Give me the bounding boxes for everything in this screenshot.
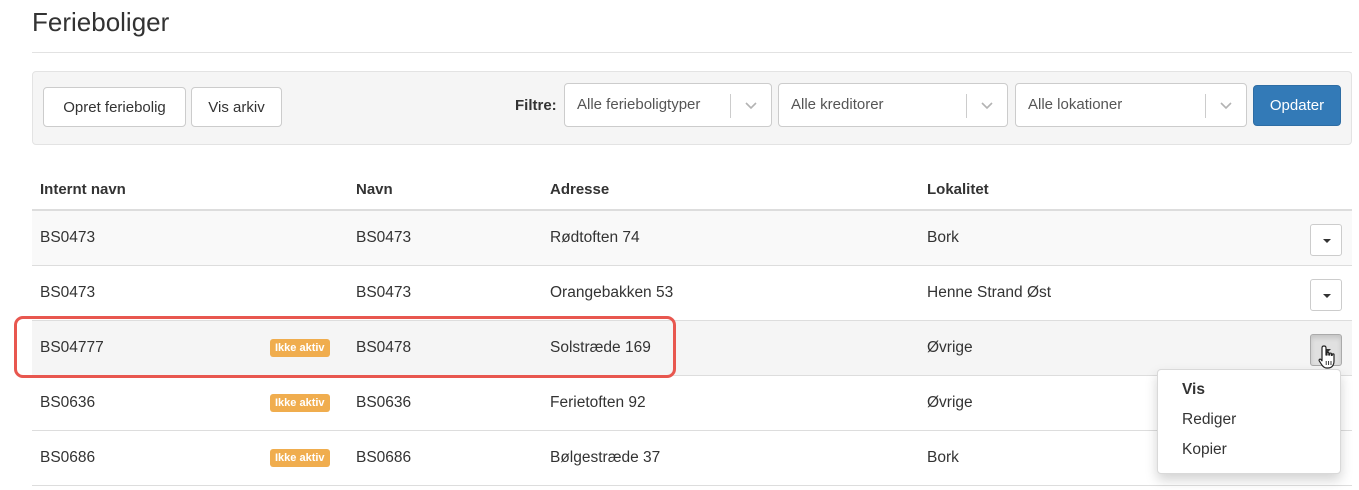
chevron-down-icon xyxy=(745,102,757,110)
address-cell: Ferietoften 92 xyxy=(550,394,646,411)
internal-name-cell: BS0473 xyxy=(40,284,96,301)
menu-item-edit[interactable]: Rediger xyxy=(1158,405,1340,435)
address-cell: Rødtoften 74 xyxy=(550,229,640,246)
locality-cell: Øvrige xyxy=(927,394,973,411)
holiday-home-type-select[interactable]: Alle ferieboligtyper xyxy=(564,83,772,127)
select-value: Alle ferieboligtyper xyxy=(577,96,701,113)
inactive-badge: Ikke aktiv xyxy=(270,449,330,467)
menu-item-copy[interactable]: Kopier xyxy=(1158,435,1340,465)
title-divider xyxy=(32,52,1352,53)
internal-name-cell: BS0473 xyxy=(40,229,96,246)
name-cell: BS0636 xyxy=(356,394,412,411)
chevron-down-icon xyxy=(1220,102,1232,110)
table-row[interactable]: BS0473 BS0473 Rødtoften 74 Bork xyxy=(32,211,1352,266)
table-row[interactable]: BS0636 Ikke aktiv BS0636 Ferietoften 92 … xyxy=(32,376,1352,431)
chevron-down-icon xyxy=(981,102,993,110)
address-cell: Bølgestræde 37 xyxy=(550,449,661,466)
select-separator xyxy=(730,94,731,118)
location-select[interactable]: Alle lokationer xyxy=(1015,83,1247,127)
select-separator xyxy=(966,94,967,118)
select-value: Alle lokationer xyxy=(1028,96,1123,113)
creditor-select[interactable]: Alle kreditorer xyxy=(778,83,1008,127)
hand-pointer-icon xyxy=(1318,345,1335,369)
table-row[interactable]: BS0686 Ikke aktiv BS0686 Bølgestræde 37 … xyxy=(32,431,1352,486)
column-header-name[interactable]: Navn xyxy=(356,181,393,198)
table-row[interactable]: BS0473 BS0473 Orangebakken 53 Henne Stra… xyxy=(32,266,1352,321)
row-actions-menu: Vis Rediger Kopier xyxy=(1157,369,1341,474)
locality-cell: Bork xyxy=(927,449,959,466)
internal-name-cell: BS0686 xyxy=(40,449,96,466)
highlight-annotation xyxy=(14,316,676,378)
name-cell: BS0473 xyxy=(356,284,412,301)
toolbar: Opret feriebolig Vis arkiv Filtre: Alle … xyxy=(32,71,1352,145)
show-archive-button[interactable]: Vis arkiv xyxy=(191,87,282,127)
create-holiday-home-button[interactable]: Opret feriebolig xyxy=(43,87,186,127)
address-cell: Orangebakken 53 xyxy=(550,284,674,301)
update-button[interactable]: Opdater xyxy=(1253,85,1341,126)
menu-item-view[interactable]: Vis xyxy=(1158,375,1340,405)
locality-cell: Øvrige xyxy=(927,339,973,356)
locality-cell: Bork xyxy=(927,229,959,246)
column-header-internal-name[interactable]: Internt navn xyxy=(40,181,126,198)
page-title: Ferieboliger xyxy=(32,7,170,37)
inactive-badge: Ikke aktiv xyxy=(270,394,330,412)
select-separator xyxy=(1205,94,1206,118)
select-value: Alle kreditorer xyxy=(791,96,884,113)
table-header: Internt navn Navn Adresse Lokalitet xyxy=(32,163,1352,211)
name-cell: BS0473 xyxy=(356,229,412,246)
filter-label: Filtre: xyxy=(515,97,557,114)
row-actions-button[interactable] xyxy=(1310,224,1342,256)
column-header-address[interactable]: Adresse xyxy=(550,181,609,198)
name-cell: BS0686 xyxy=(356,449,412,466)
caret-down-icon xyxy=(1323,294,1331,298)
column-header-locality[interactable]: Lokalitet xyxy=(927,181,989,198)
locality-cell: Henne Strand Øst xyxy=(927,284,1052,301)
row-actions-button[interactable] xyxy=(1310,279,1342,311)
internal-name-cell: BS0636 xyxy=(40,394,96,411)
caret-down-icon xyxy=(1323,239,1331,243)
